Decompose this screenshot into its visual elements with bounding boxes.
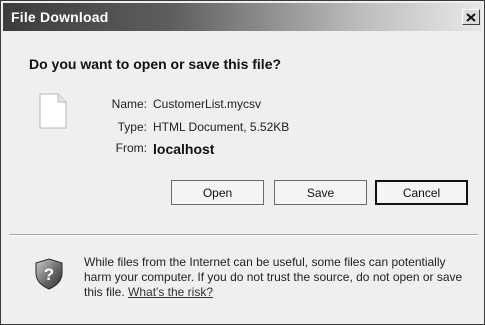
close-icon	[466, 12, 476, 22]
document-icon	[39, 93, 67, 129]
separator	[9, 234, 478, 236]
file-source-row: From: localhost	[91, 141, 431, 157]
svg-text:?: ?	[44, 265, 54, 284]
title-bar[interactable]: File Download	[3, 3, 482, 31]
dialog-title: File Download	[11, 9, 109, 25]
security-warning: While files from the Internet can be use…	[84, 255, 476, 300]
file-source-label: From:	[115, 141, 147, 155]
file-name-row: Name: CustomerList.mycsv	[91, 97, 431, 111]
file-type-value: HTML Document, 5.52KB	[153, 120, 290, 134]
close-button[interactable]	[462, 9, 480, 25]
file-source-value: localhost	[153, 141, 215, 157]
shield-question-icon: ?	[35, 258, 63, 290]
whats-the-risk-link[interactable]: What's the risk?	[128, 285, 213, 299]
save-button[interactable]: Save	[274, 180, 367, 205]
file-type-label: Type:	[117, 120, 147, 134]
file-name-value: CustomerList.mycsv	[153, 97, 262, 111]
cancel-button[interactable]: Cancel	[375, 180, 468, 205]
open-button[interactable]: Open	[171, 180, 264, 205]
download-question: Do you want to open or save this file?	[29, 56, 282, 72]
file-type-row: Type: HTML Document, 5.52KB	[91, 120, 431, 134]
file-name-label: Name:	[111, 97, 147, 111]
file-download-dialog: File Download Do you want to open or sav…	[0, 0, 485, 325]
